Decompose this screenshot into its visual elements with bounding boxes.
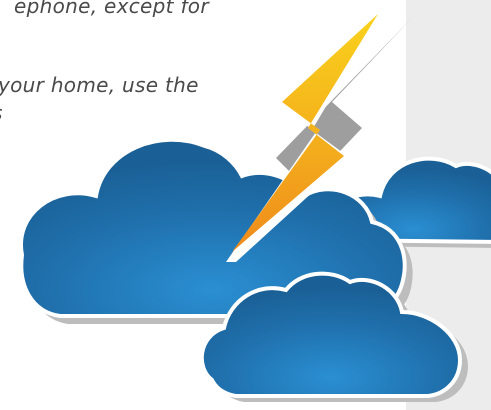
document-page: ephone, except for your home, use the s xyxy=(0,0,491,410)
storm-clouds-lightning-icon xyxy=(19,8,491,402)
